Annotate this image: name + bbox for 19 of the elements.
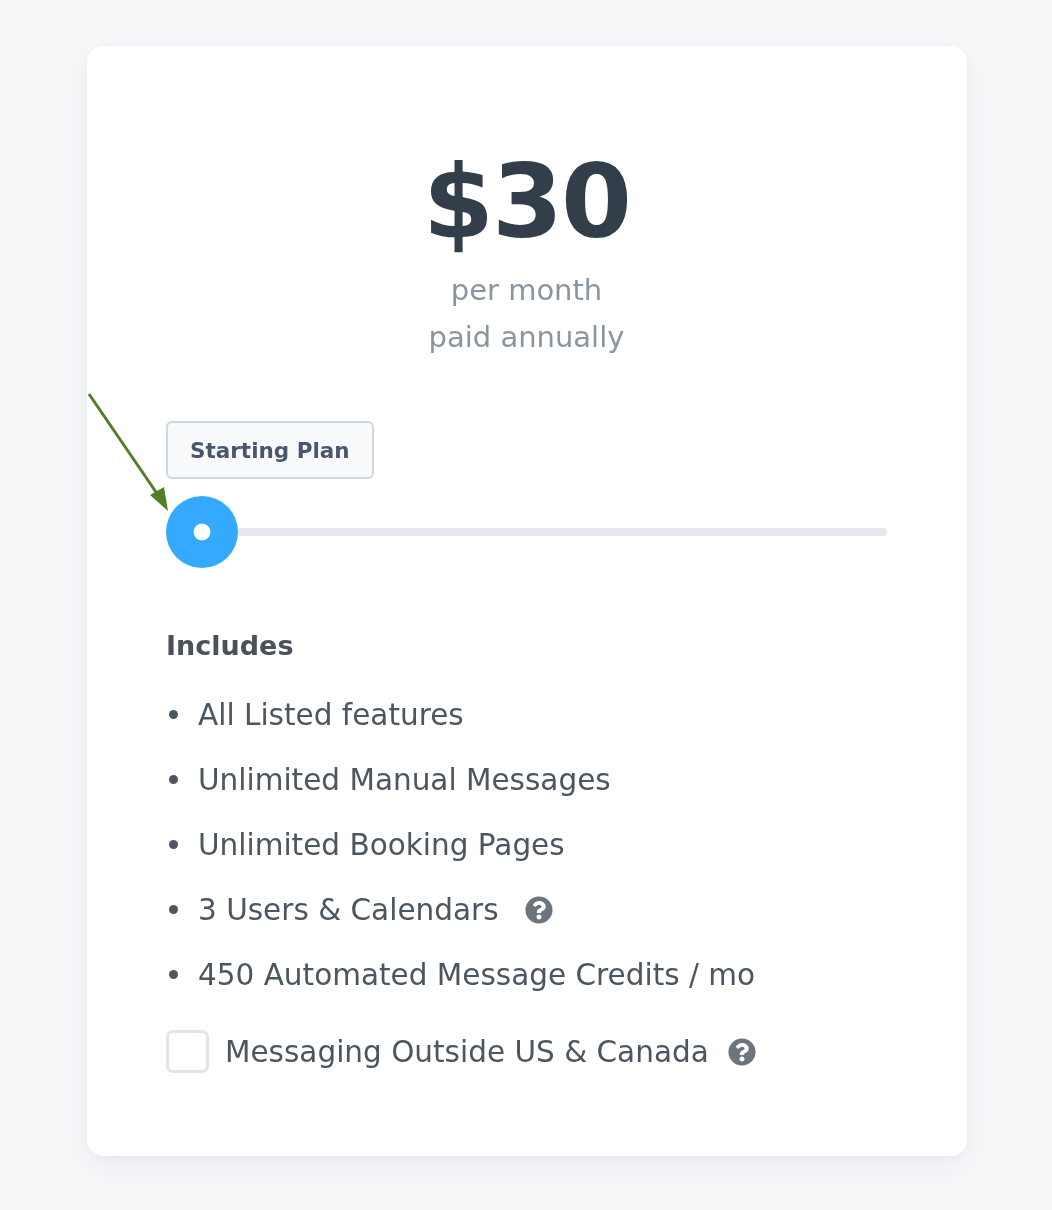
feature-text: Unlimited Manual Messages: [198, 762, 611, 797]
help-icon[interactable]: [524, 895, 553, 924]
feature-text: All Listed features: [198, 697, 464, 732]
addon-label: Messaging Outside US & Canada: [225, 1034, 709, 1069]
price-period: per month: [450, 272, 603, 309]
feature-text: 450 Automated Message Credits / mo: [198, 957, 756, 992]
billing-note: paid annually: [428, 319, 625, 356]
plan-tooltip: Starting Plan: [166, 421, 374, 479]
bullet-icon: [169, 710, 178, 719]
bullet-icon: [169, 840, 178, 849]
bullet-icon: [169, 775, 178, 784]
price-amount: $30: [423, 151, 630, 253]
bullet-icon: [169, 905, 178, 914]
feature-text: 3 Users & Calendars: [198, 892, 499, 927]
includes-heading: Includes: [166, 629, 295, 663]
checkbox[interactable]: [166, 1030, 209, 1073]
bullet-icon: [169, 970, 178, 979]
help-icon[interactable]: [727, 1037, 756, 1066]
feature-text: Unlimited Booking Pages: [198, 827, 565, 862]
